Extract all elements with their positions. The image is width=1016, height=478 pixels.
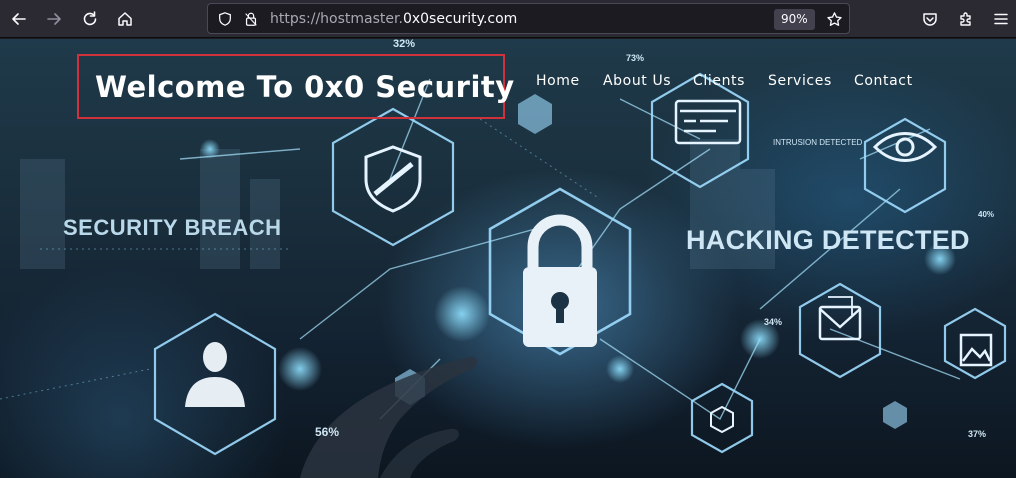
hero-section: SECURITY BREACH HACKING DETECTED INTRUSI… <box>0 39 1016 478</box>
browser-toolbar: https://hostmaster.0x0security.com 90% <box>0 0 1016 38</box>
nav-link-about-us[interactable]: About Us <box>603 73 693 89</box>
reload-icon <box>83 11 97 26</box>
reload-button[interactable] <box>76 5 104 33</box>
hamburger-menu-icon <box>994 13 1008 25</box>
back-arrow-icon <box>12 13 26 25</box>
menu-button[interactable] <box>987 5 1015 33</box>
bookmark-star-icon[interactable] <box>825 10 843 28</box>
pocket-button[interactable] <box>916 5 944 33</box>
url-text[interactable]: https://hostmaster.0x0security.com <box>270 10 517 28</box>
intrusion-detected-label: INTRUSION DETECTED <box>773 138 863 147</box>
home-icon <box>118 12 132 26</box>
percent-32-label: 32% <box>393 39 416 50</box>
zoom-level-badge[interactable]: 90% <box>774 9 815 30</box>
nav-link-clients[interactable]: Clients <box>693 73 768 89</box>
nav-link-services[interactable]: Services <box>768 73 854 89</box>
brand-title-box: Welcome To 0x0 Security <box>77 54 514 119</box>
percent-37-label: 37% <box>968 429 987 439</box>
extensions-button[interactable] <box>952 5 980 33</box>
pocket-icon <box>923 13 937 26</box>
nav-link-contact[interactable]: Contact <box>854 73 918 89</box>
shield-icon[interactable] <box>216 10 234 28</box>
percent-40-label: 40% <box>978 210 995 219</box>
back-button[interactable] <box>5 5 33 33</box>
lock-icon[interactable] <box>242 10 260 28</box>
forward-arrow-icon <box>47 13 61 25</box>
security-breach-label: SECURITY BREACH <box>63 215 282 240</box>
site-title[interactable]: Welcome To 0x0 Security <box>95 70 515 104</box>
home-button[interactable] <box>111 5 139 33</box>
main-nav: Home About Us Clients Services Contact <box>536 73 918 89</box>
puzzle-icon <box>960 12 971 26</box>
hacking-detected-label: HACKING DETECTED <box>686 225 970 255</box>
percent-73-label: 73% <box>626 53 645 63</box>
percent-34-label: 34% <box>764 317 783 327</box>
url-bar[interactable]: https://hostmaster.0x0security.com 90% <box>207 3 850 34</box>
forward-button[interactable] <box>40 5 68 33</box>
percent-56-label: 56% <box>315 425 340 439</box>
nav-link-home[interactable]: Home <box>536 73 603 89</box>
url-host: 0x0security.com <box>402 11 518 27</box>
url-prefix: https://hostmaster. <box>270 11 403 27</box>
